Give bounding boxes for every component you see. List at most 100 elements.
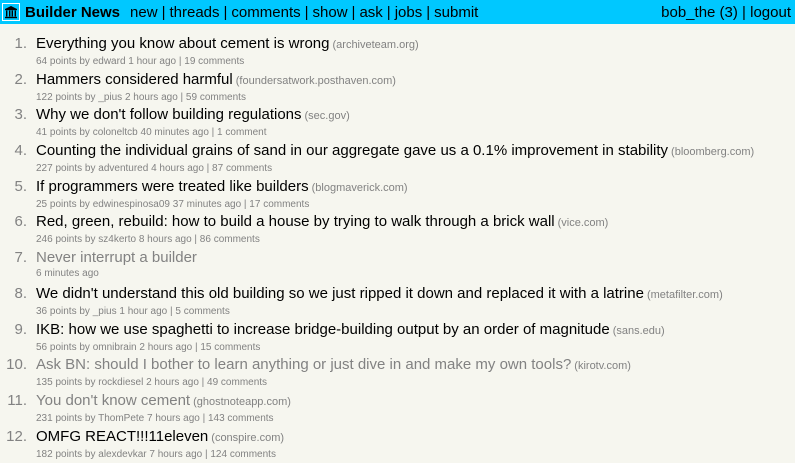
story-domain[interactable]: (sans.edu) — [613, 325, 665, 337]
story-row: 1. Everything you know about cement is wr… — [0, 35, 795, 71]
story-domain[interactable]: (foundersatwork.posthaven.com) — [236, 75, 396, 87]
story-title-line: Counting the individual grains of sand i… — [36, 142, 754, 161]
story-title-link[interactable]: Everything you know about cement is wron… — [36, 35, 330, 52]
nav-show[interactable]: show — [313, 4, 348, 21]
story-title-line: Why we don't follow building regulations… — [36, 106, 350, 125]
story-domain[interactable]: (conspire.com) — [211, 432, 284, 444]
nav-jobs[interactable]: jobs — [395, 4, 423, 21]
story-title-line: If programmers were treated like builder… — [36, 178, 408, 197]
story-rank: 11. — [7, 391, 27, 409]
story-domain[interactable]: (blogmaverick.com) — [312, 182, 408, 194]
story-content: Never interrupt a builder 6 minutes ago — [36, 249, 197, 285]
story-content: We didn't understand this old building s… — [36, 285, 723, 321]
story-title-line: You don't know cement (ghostnoteapp.com) — [36, 392, 291, 411]
story-subtext: 41 points by coloneltcb 40 minutes ago |… — [36, 127, 267, 139]
story-rank: 7. — [14, 249, 27, 267]
nav-separator: | — [426, 3, 431, 21]
nav-submit[interactable]: submit — [434, 4, 478, 21]
story-rank: 9. — [14, 320, 27, 338]
story-subtext: 25 points by edwinespinosa09 37 minutes … — [36, 198, 310, 210]
story-subtext: 122 points by _pius 2 hours ago | 59 com… — [36, 91, 246, 103]
story-row: 6. Red, green, rebuild: how to build a ho… — [0, 213, 795, 249]
story-row: 9. IKB: how we use spaghetti to increase … — [0, 321, 795, 357]
story-domain[interactable]: (metafilter.com) — [647, 289, 723, 301]
story-content: Counting the individual grains of sand i… — [36, 142, 754, 178]
story-rank: 2. — [14, 70, 27, 88]
nav-separator: | — [161, 3, 166, 21]
story-list: 1. Everything you know about cement is wr… — [0, 24, 795, 463]
story-title-line: Hammers considered harmful (foundersatwor… — [36, 71, 396, 90]
story-rank: 3. — [14, 106, 27, 124]
user-profile-link[interactable]: bob_the (3) — [661, 4, 738, 21]
nav-comments[interactable]: comments — [231, 4, 300, 21]
story-content: If programmers were treated like builder… — [36, 178, 408, 214]
logout-link[interactable]: logout — [750, 4, 791, 21]
story-subtext: 231 points by ThomPete 7 hours ago | 143… — [36, 412, 274, 424]
story-row: 8. We didn't understand this old building… — [0, 285, 795, 321]
story-title-line: We didn't understand this old building s… — [36, 285, 723, 304]
story-title-line: Ask BN: should I bother to learn anythin… — [36, 356, 631, 375]
story-title-link[interactable]: Counting the individual grains of sand i… — [36, 142, 668, 159]
story-domain[interactable]: (ghostnoteapp.com) — [193, 396, 291, 408]
nav-separator: | — [223, 3, 228, 21]
story-row: 12. OMFG REACT!!!11eleven (conspire.com) 18… — [0, 428, 795, 463]
story-rank: 1. — [14, 35, 27, 52]
story-domain[interactable]: (vice.com) — [558, 217, 609, 229]
top-bar: Builder News new | threads | comments | show | a… — [0, 0, 795, 24]
story-title-link[interactable]: If programmers were treated like builder… — [36, 178, 309, 195]
nav-separator: | — [351, 3, 356, 21]
story-content: Hammers considered harmful (foundersatwor… — [36, 71, 396, 107]
story-subtext: 135 points by rockdiesel 2 hours ago | 4… — [36, 377, 268, 389]
story-subtext: 36 points by _pius 1 hour ago | 5 commen… — [36, 305, 230, 317]
story-domain[interactable]: (bloomberg.com) — [671, 146, 754, 158]
story-rank: 5. — [14, 177, 27, 195]
story-title-link[interactable]: Why we don't follow building regulations — [36, 106, 302, 123]
story-domain[interactable]: (sec.gov) — [305, 110, 350, 122]
story-rank: 4. — [14, 142, 27, 160]
nav-new[interactable]: new — [130, 4, 158, 21]
story-row: 4. Counting the individual grains of sand… — [0, 142, 795, 178]
story-domain[interactable]: (kirotv.com) — [574, 360, 631, 372]
story-title-line: Never interrupt a builder — [36, 249, 197, 266]
nav-threads[interactable]: threads — [169, 4, 219, 21]
story-content: Why we don't follow building regulations… — [36, 106, 350, 142]
story-row: 2. Hammers considered harmful (foundersatw… — [0, 71, 795, 107]
story-title-link[interactable]: Never interrupt a builder — [36, 249, 197, 266]
nav-separator: | — [737, 3, 751, 21]
story-content: You don't know cement (ghostnoteapp.com) 2… — [36, 392, 291, 428]
story-row: 11. You don't know cement (ghostnoteapp.co… — [0, 392, 795, 428]
story-rank: 8. — [14, 284, 27, 302]
story-subtext: 56 points by omnibrain 2 hours ago | 15 … — [36, 341, 261, 353]
story-content: OMFG REACT!!!11eleven (conspire.com) 182 p… — [36, 428, 284, 463]
story-rank: 10. — [6, 356, 27, 374]
story-content: Red, green, rebuild: how to build a hous… — [36, 213, 608, 249]
story-rank: 6. — [14, 213, 27, 231]
story-title-link[interactable]: We didn't understand this old building s… — [36, 285, 644, 302]
story-subtext: 6 minutes ago — [36, 268, 99, 280]
story-row: 3. Why we don't follow building regulatio… — [0, 106, 795, 142]
story-title-line: IKB: how we use spaghetti to increase br… — [36, 321, 665, 340]
story-content: Ask BN: should I bother to learn anythin… — [36, 356, 631, 392]
user-area: bob_the (3) | logout — [661, 4, 791, 21]
story-title-link[interactable]: IKB: how we use spaghetti to increase br… — [36, 321, 610, 338]
story-subtext: 227 points by adventured 4 hours ago | 8… — [36, 163, 273, 175]
nav-ask[interactable]: ask — [359, 4, 382, 21]
story-title-line: OMFG REACT!!!11eleven (conspire.com) — [36, 428, 284, 447]
story-domain[interactable]: (archiveteam.org) — [333, 39, 419, 51]
story-title-link[interactable]: Red, green, rebuild: how to build a hous… — [36, 213, 555, 230]
story-title-line: Red, green, rebuild: how to build a hous… — [36, 213, 608, 232]
story-title-link[interactable]: You don't know cement — [36, 392, 190, 409]
story-content: IKB: how we use spaghetti to increase br… — [36, 321, 665, 357]
story-rank: 12. — [6, 427, 27, 445]
story-title-link[interactable]: Hammers considered harmful — [36, 71, 233, 88]
story-title-line: Everything you know about cement is wron… — [36, 35, 419, 54]
building-logo-icon[interactable] — [2, 3, 20, 21]
story-title-link[interactable]: Ask BN: should I bother to learn anythin… — [36, 356, 571, 373]
story-row: 5. If programmers were treated like build… — [0, 178, 795, 214]
story-subtext: 182 points by alexdevkar 7 hours ago | 1… — [36, 448, 276, 460]
main-nav: new | threads | comments | show | ask | jobs | submi… — [130, 4, 478, 21]
story-title-link[interactable]: OMFG REACT!!!11eleven — [36, 428, 208, 445]
story-subtext: 246 points by sz4kerto 8 hours ago | 86 … — [36, 234, 260, 246]
story-content: Everything you know about cement is wron… — [36, 35, 419, 71]
site-brand[interactable]: Builder News — [25, 4, 120, 21]
